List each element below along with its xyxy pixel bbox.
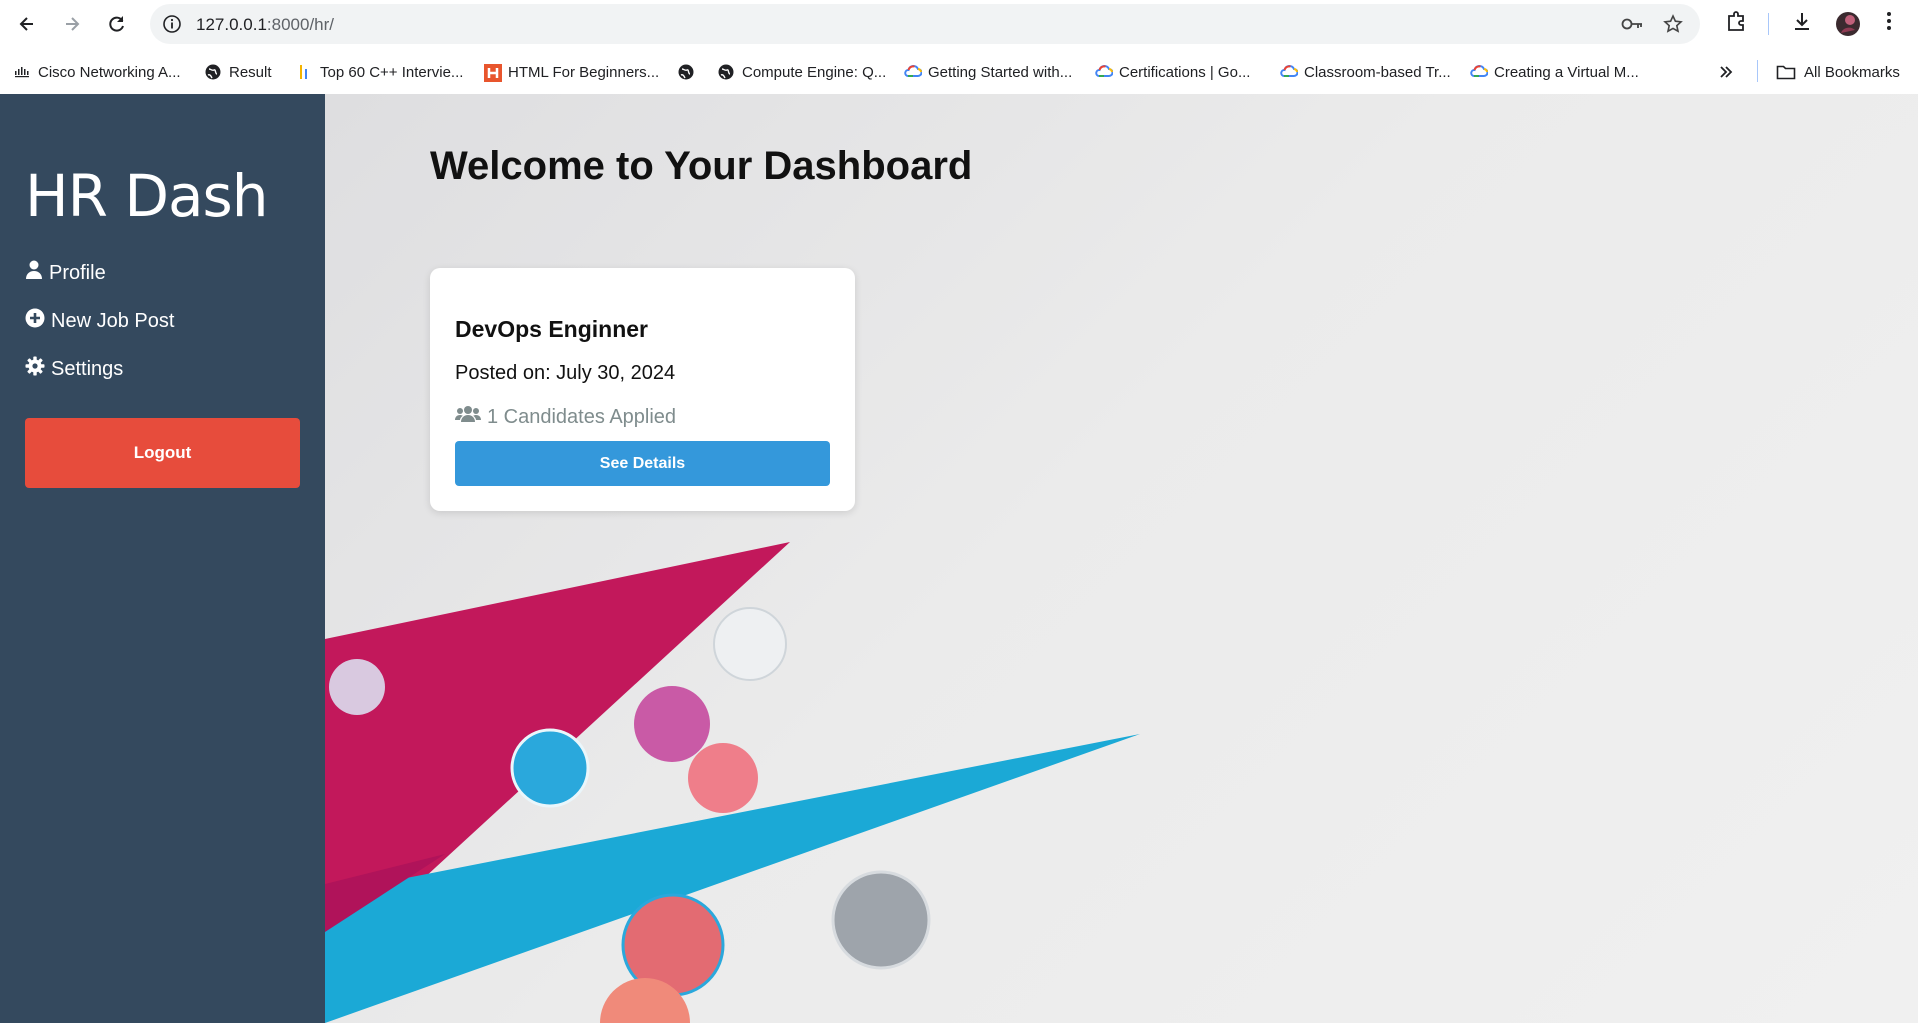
bookmark-label: Cisco Networking A... (38, 63, 181, 81)
bookmarks-bar: Cisco Networking A... Result Top 60 C++ … (0, 48, 1918, 94)
sidebar-item-label: Profile (49, 261, 106, 284)
cisco-icon (14, 64, 30, 80)
bookmark-item[interactable]: HTML For Beginners... (484, 61, 659, 83)
bookmark-item[interactable]: Result (205, 61, 272, 83)
key-icon[interactable] (1620, 14, 1644, 39)
sidebar-item-label: Settings (51, 357, 124, 380)
background-image (325, 542, 1140, 1023)
users-icon (455, 405, 481, 429)
pin-button (634, 686, 710, 762)
job-posted-date: Posted on: July 30, 2024 (455, 362, 676, 384)
bookmark-item[interactable] (678, 61, 702, 83)
bars-icon (296, 64, 312, 80)
gcloud-icon (1470, 64, 1489, 80)
see-details-button[interactable]: See Details (455, 441, 830, 486)
gcloud-icon (1280, 64, 1299, 80)
all-bookmarks[interactable]: All Bookmarks (1776, 61, 1900, 83)
bookmark-item[interactable]: Top 60 C++ Intervie... (296, 61, 463, 83)
pin-button (688, 743, 758, 813)
bookmark-item[interactable]: Creating a Virtual M... (1470, 61, 1639, 83)
job-title: DevOps Enginner (455, 316, 648, 342)
address-bar[interactable]: 127.0.0.1:8000/hr/ (150, 4, 1700, 44)
sidebar: HR Dash Profile New Job Post Settings Lo… (0, 94, 325, 1023)
sidebar-item-settings[interactable]: Settings (25, 356, 123, 382)
sidebar-item-label: New Job Post (51, 309, 175, 332)
bookmark-label: HTML For Beginners... (508, 63, 660, 81)
bookmark-label: Result (229, 63, 272, 81)
sidebar-item-profile[interactable]: Profile (25, 260, 106, 286)
globe-icon (718, 64, 734, 80)
folder-icon (1776, 64, 1796, 80)
bookmark-label: Compute Engine: Q... (742, 63, 887, 81)
globe-icon (205, 64, 221, 80)
bookmark-item[interactable]: Cisco Networking A... (14, 61, 181, 83)
pin-button (329, 659, 385, 715)
bookmark-label: Getting Started with... (928, 63, 1073, 81)
sidebar-item-new-job-post[interactable]: New Job Post (25, 308, 174, 334)
job-card: DevOps Enginner Posted on: July 30, 2024… (430, 268, 855, 511)
pin-button (831, 870, 931, 970)
bookmarks-divider (1757, 60, 1758, 82)
gcloud-icon (904, 64, 923, 80)
page-title: Welcome to Your Dashboard (430, 144, 973, 188)
page: HR Dash Profile New Job Post Settings Lo… (0, 94, 1918, 1023)
user-icon (25, 260, 43, 286)
bookmark-item[interactable]: Certifications | Go... (1095, 61, 1250, 83)
main-content: Welcome to Your Dashboard DevOps Enginne… (325, 94, 1918, 1023)
brand-title: HR Dash (25, 162, 269, 230)
candidates-applied: 1 Candidates Applied (455, 405, 676, 429)
pin-button (510, 728, 590, 808)
menu-icon[interactable] (1885, 10, 1893, 37)
chevrons-right-icon[interactable] (1718, 61, 1734, 83)
star-icon[interactable] (1663, 14, 1683, 39)
bookmark-label: Classroom-based Tr... (1304, 63, 1451, 81)
back-icon[interactable] (11, 8, 43, 40)
all-bookmarks-label: All Bookmarks (1804, 63, 1900, 81)
gear-icon (25, 356, 45, 382)
url-text[interactable]: 127.0.0.1:8000/hr/ (196, 15, 334, 35)
bookmark-label: Certifications | Go... (1119, 63, 1251, 81)
browser-toolbar: 127.0.0.1:8000/hr/ (0, 0, 1918, 48)
logout-button[interactable]: Logout (25, 418, 300, 488)
globe-icon (678, 64, 694, 80)
forward-icon[interactable] (56, 8, 88, 40)
h-icon (484, 64, 502, 82)
plus-circle-icon (25, 308, 45, 334)
toolbar-divider (1768, 13, 1769, 35)
bookmark-label: Top 60 C++ Intervie... (320, 63, 464, 81)
extensions-icon[interactable] (1725, 10, 1747, 37)
bookmark-item[interactable]: Compute Engine: Q... (718, 61, 886, 83)
site-info-icon[interactable] (162, 14, 182, 39)
url-host: 127.0.0.1 (196, 15, 267, 34)
pin-button (713, 607, 787, 681)
bookmark-item[interactable]: Classroom-based Tr... (1280, 61, 1451, 83)
candidates-applied-label: 1 Candidates Applied (487, 405, 677, 428)
bookmark-label: Creating a Virtual M... (1494, 63, 1639, 81)
download-icon[interactable] (1791, 10, 1813, 37)
bookmark-item[interactable]: Getting Started with... (904, 61, 1072, 83)
url-path: :8000/hr/ (266, 15, 335, 34)
reload-icon[interactable] (101, 8, 133, 40)
profile-avatar[interactable] (1835, 11, 1861, 42)
gcloud-icon (1095, 64, 1114, 80)
